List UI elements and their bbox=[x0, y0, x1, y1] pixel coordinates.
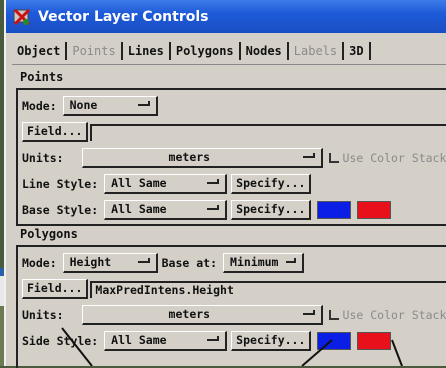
option-menu-icon bbox=[302, 310, 315, 315]
points-field-row: Field... bbox=[22, 122, 446, 142]
points-mode-value: None bbox=[69, 98, 98, 112]
polygons-units-menu[interactable]: meters bbox=[81, 305, 323, 325]
polygons-units-row: Units: meters Use Color Stack bbox=[22, 305, 446, 325]
points-base-style-menu[interactable]: All Same bbox=[104, 200, 228, 220]
points-base-style-label: Base Style: bbox=[22, 203, 99, 217]
color-stack-checkbox[interactable] bbox=[328, 153, 339, 163]
app-icon bbox=[12, 7, 32, 27]
title-bar[interactable]: Vector Layer Controls bbox=[6, 0, 446, 33]
points-base-style-row: Base Style: All Same Specify... bbox=[22, 200, 392, 220]
polygons-base-at-label: Base at: bbox=[161, 256, 218, 270]
polygons-side-color-blue-swatch[interactable] bbox=[317, 332, 352, 350]
points-units-value: meters bbox=[168, 150, 211, 164]
window-title: Vector Layer Controls bbox=[38, 8, 209, 25]
tab-object[interactable]: Object bbox=[12, 42, 68, 60]
tab-3d[interactable]: 3D bbox=[344, 42, 371, 60]
points-base-style-value: All Same bbox=[111, 202, 167, 216]
polygons-heading: Polygons bbox=[20, 227, 78, 241]
points-heading: Points bbox=[20, 70, 64, 84]
polygons-color-stack-label: Use Color Stack bbox=[342, 308, 446, 322]
points-line-style-row: Line Style: All Same Specify... bbox=[22, 174, 312, 194]
option-menu-icon bbox=[207, 205, 220, 210]
polygons-side-specify-button[interactable]: Specify... bbox=[231, 331, 312, 351]
points-mode-label: Mode: bbox=[22, 99, 57, 113]
vector-layer-controls-window: Vector Layer Controls Object Points Line… bbox=[4, 0, 446, 368]
polygons-side-style-label: Side Style: bbox=[22, 334, 99, 348]
polygons-base-at-menu[interactable]: Minimum bbox=[223, 253, 305, 273]
polygons-group: Mode: Height Base at: Minimum Field... M… bbox=[16, 245, 446, 368]
tab-bar: Object Points Lines Polygons Nodes Label… bbox=[12, 40, 371, 62]
option-menu-icon bbox=[137, 258, 150, 263]
tab-lines[interactable]: Lines bbox=[123, 42, 171, 60]
polygons-side-color-red-swatch[interactable] bbox=[357, 332, 392, 350]
option-menu-icon bbox=[302, 153, 315, 158]
polygons-field-button[interactable]: Field... bbox=[22, 279, 89, 299]
points-mode-menu[interactable]: None bbox=[62, 96, 158, 116]
polygons-units-value: meters bbox=[168, 307, 211, 321]
polygons-mode-menu[interactable]: Height bbox=[62, 253, 158, 273]
points-group: Mode: None Field... Units: meters Use Co… bbox=[16, 88, 446, 226]
polygons-field-input[interactable]: MaxPredIntens.Height bbox=[90, 280, 446, 298]
points-line-style-menu[interactable]: All Same bbox=[104, 174, 228, 194]
option-menu-icon bbox=[137, 101, 150, 106]
polygons-side-style-menu[interactable]: All Same bbox=[104, 331, 228, 351]
color-stack-checkbox[interactable] bbox=[328, 310, 339, 320]
tab-divider bbox=[12, 64, 446, 65]
points-line-style-label: Line Style: bbox=[22, 177, 99, 191]
points-base-color-blue-swatch[interactable] bbox=[317, 201, 352, 219]
polygons-mode-label: Mode: bbox=[22, 256, 57, 270]
polygons-side-style-value: All Same bbox=[111, 333, 167, 347]
points-field-input[interactable] bbox=[90, 123, 446, 141]
polygons-base-at-value: Minimum bbox=[230, 255, 279, 269]
polygons-mode-value: Height bbox=[69, 255, 112, 269]
option-menu-icon bbox=[207, 179, 220, 184]
points-units-row: Units: meters Use Color Stack bbox=[22, 148, 446, 168]
tab-labels: Labels bbox=[289, 42, 345, 60]
tab-polygons[interactable]: Polygons bbox=[171, 42, 241, 60]
points-base-color-red-swatch[interactable] bbox=[357, 201, 392, 219]
points-units-menu[interactable]: meters bbox=[81, 148, 323, 168]
points-units-label: Units: bbox=[22, 151, 64, 165]
polygons-mode-row: Mode: Height Base at: Minimum bbox=[22, 253, 305, 273]
option-menu-icon bbox=[286, 258, 297, 263]
polygons-side-style-row: Side Style: All Same Specify... bbox=[22, 331, 392, 351]
points-mode-row: Mode: None bbox=[22, 96, 158, 116]
points-line-style-value: All Same bbox=[111, 176, 167, 190]
tab-points: Points bbox=[67, 42, 123, 60]
polygons-field-row: Field... MaxPredIntens.Height bbox=[22, 279, 446, 299]
polygons-units-label: Units: bbox=[22, 308, 64, 322]
tab-nodes[interactable]: Nodes bbox=[241, 42, 289, 60]
points-base-specify-button[interactable]: Specify... bbox=[231, 200, 312, 220]
points-line-specify-button[interactable]: Specify... bbox=[231, 174, 312, 194]
points-field-button[interactable]: Field... bbox=[22, 122, 89, 142]
option-menu-icon bbox=[207, 336, 220, 341]
points-color-stack-label: Use Color Stack bbox=[342, 151, 446, 165]
